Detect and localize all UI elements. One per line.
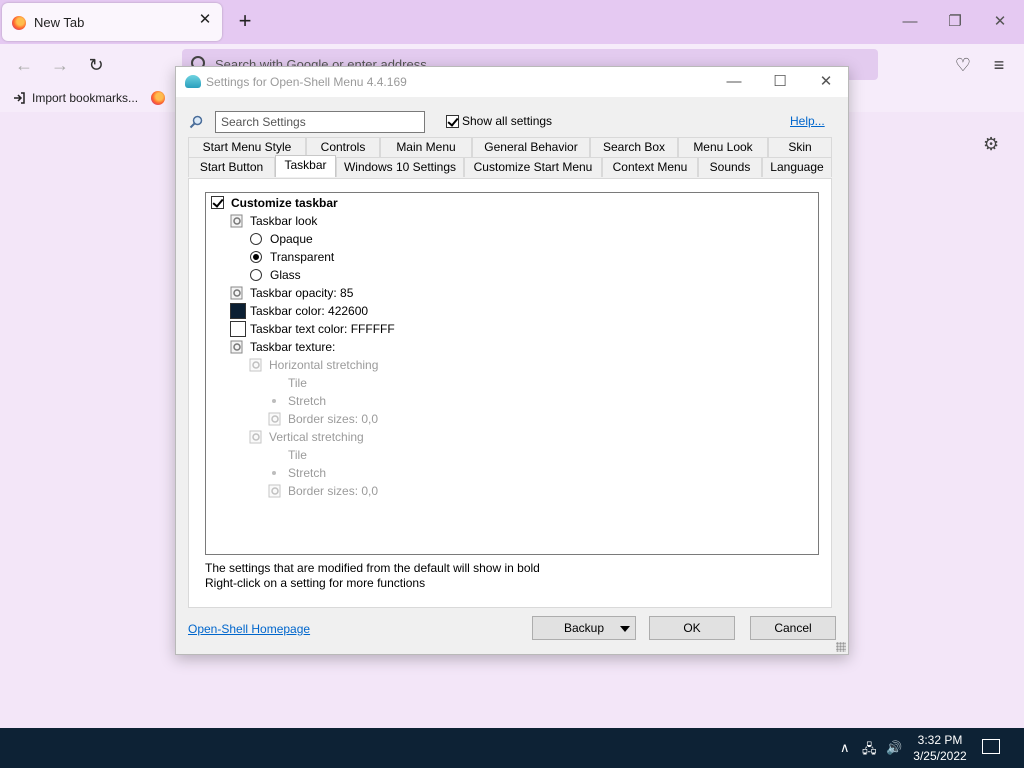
- system-clock[interactable]: 3:32 PM 3/25/2022: [908, 732, 972, 764]
- settings-gear-icon: [249, 358, 262, 372]
- search-settings-input[interactable]: [215, 111, 425, 133]
- tab-main-menu[interactable]: Main Menu: [380, 137, 472, 157]
- settings-gear-icon: [268, 412, 281, 426]
- notification-center-icon[interactable]: [982, 739, 1000, 754]
- opaque-radio[interactable]: [250, 233, 262, 245]
- dialog-title: Settings for Open-Shell Menu 4.4.169: [206, 75, 407, 89]
- windows-taskbar: ∧ 🖧 🔊 3:32 PM 3/25/2022: [0, 728, 1024, 768]
- restore-icon[interactable]: ❐: [945, 12, 965, 32]
- hamburger-menu-icon[interactable]: ≡: [988, 54, 1010, 76]
- network-icon[interactable]: 🖧: [862, 740, 877, 762]
- bookmark-import[interactable]: Import bookmarks...: [32, 91, 138, 105]
- taskbar-tab-panel: Customize taskbar Taskbar look Opaque Tr…: [188, 178, 832, 608]
- transparent-radio[interactable]: [250, 251, 262, 263]
- open-shell-icon: [185, 75, 201, 88]
- close-window-icon[interactable]: ✕: [990, 12, 1010, 32]
- close-tab-icon[interactable]: ✕: [197, 12, 213, 28]
- taskbar-color-swatch[interactable]: [230, 303, 246, 319]
- dialog-titlebar: Settings for Open-Shell Menu 4.4.169 — ☐…: [176, 67, 848, 97]
- tab-start-menu-style[interactable]: Start Menu Style: [188, 137, 306, 157]
- tab-customize-start-menu[interactable]: Customize Start Menu: [464, 157, 602, 177]
- settings-gear-icon: [230, 340, 243, 354]
- stretch-bullet-icon: [272, 471, 276, 475]
- volume-icon[interactable]: 🔊: [886, 740, 902, 756]
- customize-taskbar-checkbox[interactable]: [211, 196, 224, 209]
- browser-tab-new-tab[interactable]: New Tab ✕: [2, 3, 222, 41]
- dialog-minimize-icon[interactable]: —: [724, 72, 744, 92]
- tab-sounds[interactable]: Sounds: [698, 157, 762, 177]
- tab-windows-10-settings[interactable]: Windows 10 Settings: [336, 157, 464, 177]
- page-settings-gear-icon[interactable]: ⚙: [983, 134, 999, 155]
- tab-skin[interactable]: Skin: [768, 137, 832, 157]
- settings-gear-icon: [230, 214, 243, 228]
- help-link[interactable]: Help...: [790, 114, 825, 128]
- taskbar-text-color-swatch[interactable]: [230, 321, 246, 337]
- tab-general-behavior[interactable]: General Behavior: [472, 137, 590, 157]
- pocket-icon[interactable]: ♡: [952, 54, 974, 76]
- tab-search-box[interactable]: Search Box: [590, 137, 678, 157]
- new-tab-plus-icon[interactable]: +: [234, 10, 256, 32]
- firefox-bookmark-icon[interactable]: [151, 91, 165, 105]
- backup-button[interactable]: Backup: [532, 616, 636, 640]
- note-right-click: Right-click on a setting for more functi…: [205, 576, 426, 590]
- tab-controls[interactable]: Controls: [306, 137, 380, 157]
- tab-context-menu[interactable]: Context Menu: [602, 157, 698, 177]
- reload-icon[interactable]: ↻: [85, 54, 107, 76]
- dialog-close-icon[interactable]: ✕: [816, 72, 836, 92]
- forward-arrow-icon[interactable]: →: [49, 54, 71, 76]
- tab-start-button[interactable]: Start Button: [188, 157, 275, 177]
- cancel-button[interactable]: Cancel: [750, 616, 836, 640]
- open-shell-homepage-link[interactable]: Open-Shell Homepage: [188, 622, 310, 636]
- settings-dialog: Settings for Open-Shell Menu 4.4.169 — ☐…: [175, 66, 849, 655]
- show-all-settings-checkbox[interactable]: [446, 115, 459, 128]
- settings-gear-icon: [230, 286, 243, 300]
- stretch-bullet-icon: [272, 399, 276, 403]
- tab-menu-look[interactable]: Menu Look: [678, 137, 768, 157]
- search-settings-icon: [189, 115, 203, 129]
- clock-time: 3:32 PM: [917, 733, 963, 747]
- import-icon: [14, 92, 25, 104]
- show-all-settings-label[interactable]: Show all settings: [462, 114, 552, 128]
- tab-title: New Tab: [34, 15, 85, 30]
- resize-grip-icon[interactable]: [836, 642, 846, 652]
- minimize-icon[interactable]: —: [900, 12, 920, 32]
- dropdown-arrow-icon: [620, 626, 630, 632]
- clock-date: 3/25/2022: [913, 749, 967, 763]
- settings-gear-icon: [249, 430, 262, 444]
- glass-radio[interactable]: [250, 269, 262, 281]
- settings-gear-icon: [268, 484, 281, 498]
- tab-language[interactable]: Language: [762, 157, 832, 177]
- show-hidden-icons-chevron-icon[interactable]: ∧: [840, 740, 850, 756]
- dialog-maximize-icon[interactable]: ☐: [770, 72, 790, 92]
- settings-tree[interactable]: Customize taskbar Taskbar look Opaque Tr…: [205, 192, 819, 555]
- tab-taskbar[interactable]: Taskbar: [275, 155, 336, 177]
- browser-tabstrip: New Tab ✕ + — ❐ ✕: [0, 0, 1024, 44]
- cancel-button-label: Cancel: [774, 621, 812, 635]
- back-arrow-icon[interactable]: ←: [13, 54, 35, 76]
- firefox-icon: [12, 16, 26, 30]
- ok-button[interactable]: OK: [649, 616, 735, 640]
- backup-button-label: Backup: [563, 621, 605, 635]
- note-modified-bold: The settings that are modified from the …: [205, 561, 540, 575]
- ok-button-label: OK: [683, 621, 701, 635]
